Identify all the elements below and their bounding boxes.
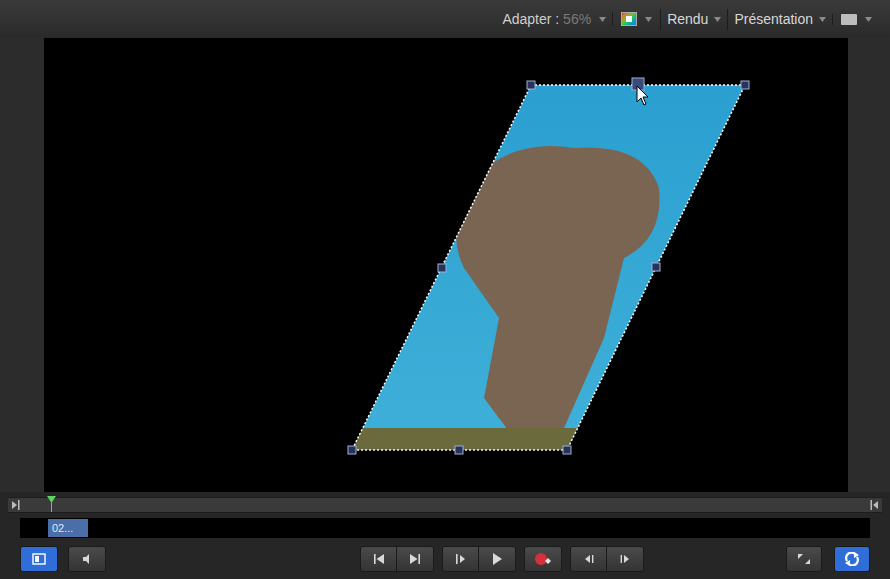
- next-keyframe-icon: [618, 553, 632, 565]
- transform-handle[interactable]: [563, 446, 571, 454]
- step-frame-button[interactable]: [443, 547, 479, 571]
- canvas-drawing: [44, 38, 848, 492]
- button-group: [360, 546, 434, 572]
- play-icon: [490, 553, 504, 565]
- selection-outline: [348, 78, 749, 454]
- loop-icon: [843, 552, 861, 566]
- viewer-toolbar: Adapter : 56% RenduPrésentation: [0, 0, 890, 38]
- fit-menu[interactable]: Adapter : 56%: [496, 9, 612, 30]
- layers-button[interactable]: [21, 547, 57, 571]
- transform-handle[interactable]: [652, 263, 660, 271]
- button-group: [570, 546, 644, 572]
- button-group: [834, 546, 870, 572]
- fullscreen-icon: [797, 553, 811, 565]
- transform-handle[interactable]: [741, 81, 749, 89]
- record-icon: [534, 552, 552, 566]
- mini-timeline: 02...: [20, 518, 870, 538]
- go-start-button[interactable]: [361, 547, 397, 571]
- playhead-icon: [47, 496, 56, 512]
- canvas-row: [0, 38, 890, 492]
- color-channels-icon: [621, 12, 637, 26]
- fit-label: Adapter : 56%: [502, 9, 591, 30]
- layout-menu[interactable]: [832, 14, 880, 25]
- next-key-button[interactable]: [607, 547, 643, 571]
- play-button[interactable]: [479, 547, 515, 571]
- dropdown-arrow-icon: [819, 17, 826, 22]
- playhead[interactable]: [47, 496, 56, 512]
- fullscreen-button[interactable]: [787, 547, 821, 571]
- timeline-ruler[interactable]: [8, 497, 882, 513]
- canvas-margin: [0, 38, 44, 492]
- canvas[interactable]: [44, 38, 848, 492]
- out-point-icon[interactable]: [870, 500, 878, 510]
- go-to-start-icon: [372, 553, 386, 565]
- previous-keyframe-icon: [582, 553, 596, 565]
- render-menu[interactable]: Rendu: [660, 9, 727, 30]
- image-layer[interactable]: [344, 85, 764, 458]
- button-group: [20, 546, 58, 572]
- button-group: [442, 546, 516, 572]
- fit-value: 56%: [563, 11, 591, 27]
- dropdown-arrow-icon: [645, 17, 652, 22]
- audio-button[interactable]: [69, 547, 105, 571]
- channels-menu[interactable]: [612, 12, 660, 26]
- motion-viewer: Adapter : 56% RenduPrésentation 02...: [0, 0, 890, 579]
- speaker-icon: [80, 553, 94, 565]
- view-menu[interactable]: Présentation: [727, 9, 832, 30]
- transform-handle[interactable]: [455, 446, 463, 454]
- dropdown-arrow-icon: [714, 17, 721, 22]
- in-point-icon[interactable]: [12, 500, 20, 510]
- dropdown-arrow-icon: [599, 17, 606, 22]
- cursor-icon: [637, 86, 648, 105]
- go-end-button[interactable]: [397, 547, 433, 571]
- record-button[interactable]: [525, 547, 561, 571]
- button-group: [524, 546, 562, 572]
- transform-handle[interactable]: [527, 81, 535, 89]
- dropdown-arrow-icon: [865, 17, 872, 22]
- prev-key-button[interactable]: [571, 547, 607, 571]
- clip[interactable]: 02...: [48, 519, 88, 537]
- button-group: [68, 546, 106, 572]
- next-frame-icon: [454, 553, 468, 565]
- layout-icon: [841, 14, 857, 25]
- loop-button[interactable]: [835, 547, 869, 571]
- transport-bar: [0, 538, 890, 579]
- transform-handle[interactable]: [348, 446, 356, 454]
- layers-panel-icon: [32, 553, 46, 565]
- button-group: [786, 546, 822, 572]
- transform-handle[interactable]: [438, 264, 446, 272]
- go-to-end-icon: [408, 553, 422, 565]
- canvas-margin: [848, 38, 890, 492]
